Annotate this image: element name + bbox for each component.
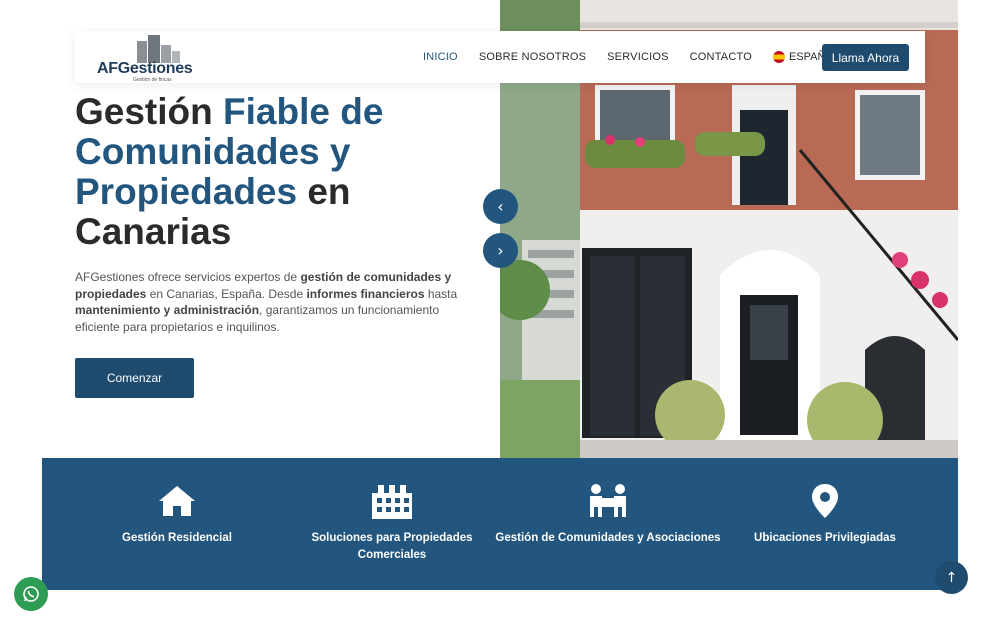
house-icon	[62, 480, 292, 522]
feature-label: Ubicaciones Privilegiadas	[754, 532, 896, 544]
whatsapp-icon	[23, 586, 39, 602]
slider-prev-button[interactable]: ‹	[483, 189, 518, 224]
feature-residential[interactable]: Gestión Residencial	[62, 458, 292, 547]
feature-label: Gestión de Comunidades y Asociaciones	[495, 532, 721, 544]
building-icon	[278, 480, 506, 522]
page: AFGestiones Gestión de fincas INICIO SOB…	[0, 0, 1000, 625]
main-nav: INICIO SOBRE NOSOTROS SERVICIOS CONTACTO…	[423, 31, 872, 83]
logo-subtitle: Gestión de fincas	[133, 77, 172, 83]
hero-description: AFGestiones ofrece servicios expertos de…	[75, 269, 465, 336]
scroll-to-top-button[interactable]: ↑	[935, 561, 968, 594]
whatsapp-button[interactable]	[14, 577, 48, 611]
nav-inicio[interactable]: INICIO	[423, 51, 458, 63]
nav-sobre-nosotros[interactable]: SOBRE NOSOTROS	[479, 51, 586, 63]
feature-communities[interactable]: Gestión de Comunidades y Asociaciones	[494, 458, 722, 547]
call-now-button[interactable]: Llama Ahora	[822, 44, 909, 71]
desc-text-1: AFGestiones ofrece servicios expertos de	[75, 270, 301, 284]
feature-locations[interactable]: Ubicaciones Privilegiadas	[710, 458, 940, 547]
logo-text: AFGestiones	[97, 60, 193, 77]
start-button[interactable]: Comenzar	[75, 358, 194, 398]
slider-next-button[interactable]: ›	[483, 233, 518, 268]
people-icon	[494, 480, 722, 522]
feature-commercial[interactable]: Soluciones para Propiedades Comerciales	[278, 458, 506, 564]
nav-contacto[interactable]: CONTACTO	[690, 51, 752, 63]
logo[interactable]: AFGestiones Gestión de fincas	[97, 33, 197, 83]
desc-text-3: hasta	[424, 286, 458, 301]
nav-servicios[interactable]: SERVICIOS	[607, 51, 669, 63]
desc-bold-3: mantenimiento y administración	[75, 303, 260, 318]
hero-title-part-1: Gestión	[75, 91, 224, 132]
logo-buildings-icon	[137, 35, 180, 63]
hero-title: Gestión Fiable de Comunidades y Propieda…	[75, 92, 495, 252]
map-pin-icon	[710, 480, 940, 522]
feature-label: Soluciones para Propiedades Comerciales	[311, 532, 473, 561]
desc-text-2: en Canarias, España. Desde	[146, 286, 307, 301]
site-header: AFGestiones Gestión de fincas INICIO SOB…	[75, 31, 925, 83]
feature-label: Gestión Residencial	[122, 532, 232, 544]
features-band: Gestión Residencial Soluciones para Prop…	[42, 458, 958, 590]
desc-bold-2: informes financieros	[306, 286, 425, 301]
spain-flag-icon	[772, 51, 785, 63]
